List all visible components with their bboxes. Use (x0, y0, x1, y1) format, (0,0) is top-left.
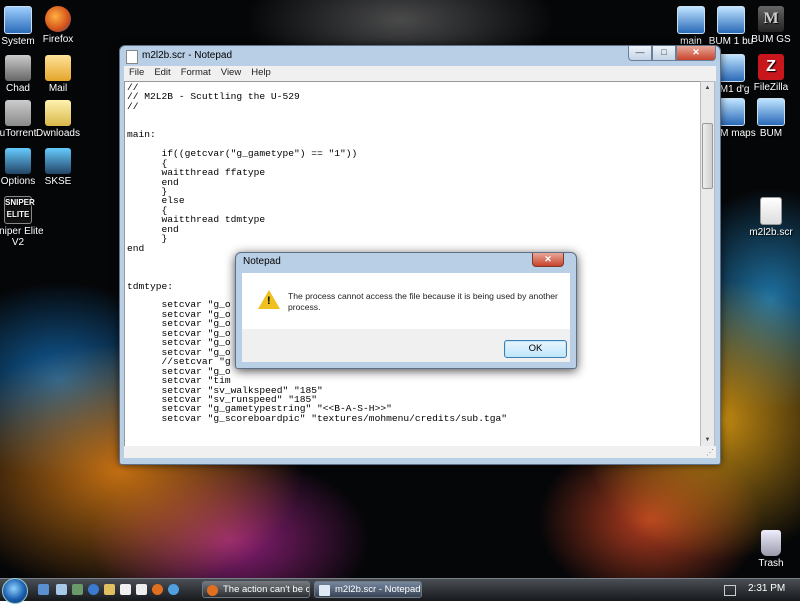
desktop-icon-label: SKSE (44, 176, 72, 187)
firefox-icon (45, 6, 71, 32)
ok-button[interactable]: OK (504, 340, 567, 358)
desktop-icon-sniper-elite[interactable]: SNIPER ELITE Sniper Elite V2 (0, 196, 48, 248)
quicklaunch-folder-icon[interactable] (104, 584, 115, 595)
desktop-icon-trash[interactable]: Trash (741, 530, 800, 569)
recycle-bin-icon (761, 530, 781, 556)
menu-format[interactable]: Format (176, 66, 216, 81)
skse-icon (45, 148, 71, 174)
desktop-icon-label: Firefox (42, 34, 74, 45)
quicklaunch-media-icon[interactable] (168, 584, 179, 595)
warning-icon-mark: ! (267, 295, 271, 307)
desktop-icon-label: m2l2b.scr (749, 227, 793, 238)
quicklaunch-notepad-icon[interactable] (120, 584, 131, 595)
firefox-icon (207, 585, 218, 596)
menu-bar: File Edit Format View Help (124, 66, 716, 82)
vertical-scrollbar[interactable]: ▲ ▼ (700, 81, 715, 447)
taskbar-item-label: m2l2b.scr - Notepad (335, 584, 421, 595)
window-controls: — □ ✕ (628, 46, 716, 61)
taskbar-item-label: The action can't be c... (223, 584, 310, 595)
dialog-body: ! The process cannot access the file bec… (242, 273, 570, 329)
network-tray-icon[interactable] (724, 585, 736, 596)
downloads-folder-icon (45, 100, 71, 126)
desktop-icon-label: Trash (758, 558, 784, 569)
taskbar-item-notepad[interactable]: m2l2b.scr - Notepad (314, 581, 422, 598)
sniper-elite-icon: SNIPER ELITE (4, 196, 35, 224)
menu-help[interactable]: Help (246, 66, 276, 81)
desktop-icon-firefox[interactable]: Firefox (28, 6, 88, 45)
desktop-icon-label: Chad (6, 83, 30, 94)
desktop-icon-label: Mail (48, 83, 68, 94)
start-button[interactable] (2, 578, 28, 604)
scroll-up-icon[interactable]: ▲ (701, 82, 714, 94)
menu-file[interactable]: File (124, 66, 149, 81)
desktop-icon-bum[interactable]: BUM (741, 98, 800, 139)
clock[interactable]: 2:31 PM (748, 583, 785, 594)
show-desktop-icon[interactable] (38, 584, 49, 595)
dialog-footer: OK (242, 329, 570, 362)
text-file-icon (760, 197, 782, 225)
maximize-button[interactable]: □ (652, 46, 676, 61)
desktop-icon-label: Sniper Elite V2 (0, 226, 44, 248)
window-title: m2l2b.scr - Notepad (142, 50, 233, 61)
resize-grip-icon[interactable]: ⋰ (706, 448, 714, 457)
menu-view[interactable]: View (216, 66, 246, 81)
desktop-icon-label: BUM (759, 128, 783, 139)
notepad-icon (126, 50, 138, 64)
desktop-icon-m2l2b-scr[interactable]: m2l2b.scr (741, 197, 800, 238)
scrollbar-thumb[interactable] (702, 123, 713, 189)
desktop-icon-label: Dwnloads (36, 128, 80, 139)
desktop-icon-label: FileZilla (753, 82, 789, 93)
mail-icon (45, 55, 71, 81)
dialog-title: Notepad (243, 256, 281, 267)
status-bar: ⋰ (124, 446, 716, 458)
minimize-button[interactable]: — (628, 46, 652, 61)
error-dialog[interactable]: Notepad ✕ ! The process cannot access th… (235, 252, 577, 369)
dialog-close-button[interactable]: ✕ (532, 253, 564, 267)
desktop-icon-skse[interactable]: SKSE (28, 148, 88, 187)
taskbar-item-firefox[interactable]: The action can't be c... (202, 581, 310, 598)
dialog-message: The process cannot access the file becau… (288, 291, 558, 312)
desktop-icon-label: BUM GS (751, 34, 791, 45)
quicklaunch-firefox-icon[interactable] (152, 584, 163, 595)
notepad-titlebar[interactable]: m2l2b.scr - Notepad — □ ✕ (120, 46, 720, 65)
quicklaunch-document-icon[interactable] (136, 584, 147, 595)
notepad-icon (319, 585, 330, 596)
scroll-down-icon[interactable]: ▼ (701, 434, 714, 446)
close-button[interactable]: ✕ (676, 46, 716, 61)
quicklaunch-app-icon[interactable] (72, 584, 83, 595)
menu-edit[interactable]: Edit (149, 66, 175, 81)
desktop-icon-filezilla[interactable]: Z FileZilla (741, 54, 800, 93)
filezilla-icon: Z (758, 54, 784, 80)
desktop-icon-bum-gs[interactable]: M BUM GS (741, 6, 800, 45)
quicklaunch-browser-icon[interactable] (88, 584, 99, 595)
quicklaunch-explorer-icon[interactable] (56, 584, 67, 595)
computer-shortcut-icon (757, 98, 785, 126)
desktop-icon-downloads[interactable]: Dwnloads (28, 100, 88, 139)
desktop-icon-mail[interactable]: Mail (28, 55, 88, 94)
bum-gs-icon: M (758, 6, 784, 32)
taskbar: The action can't be c... m2l2b.scr - Not… (0, 578, 800, 604)
